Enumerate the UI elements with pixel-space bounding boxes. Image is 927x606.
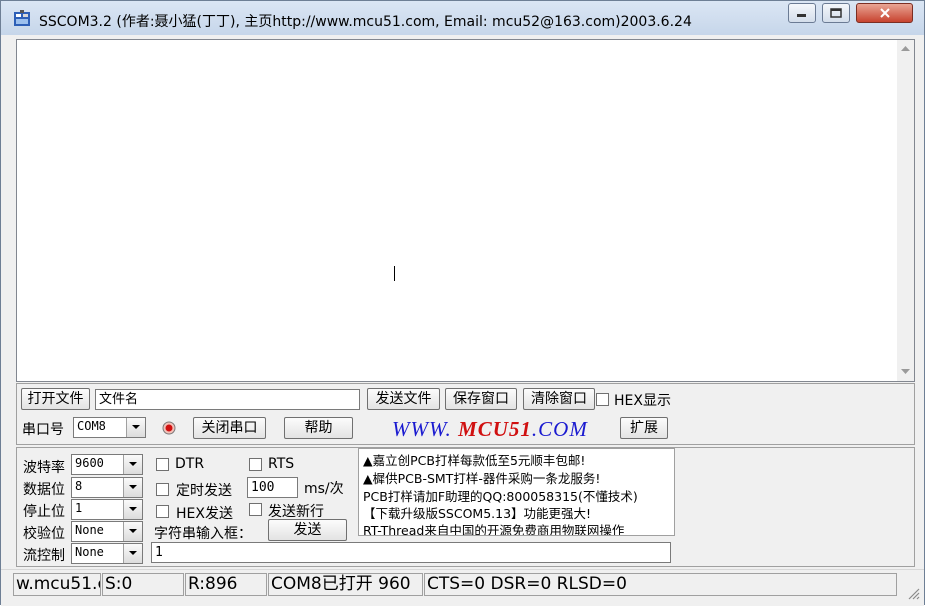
send-newline-label: 发送新行 <box>268 504 324 520</box>
port-select-value: COM8 <box>77 419 106 433</box>
chevron-down-icon <box>129 507 137 511</box>
scroll-up-icon[interactable] <box>901 46 910 52</box>
flow-select-value: None <box>75 545 104 559</box>
close-port-button[interactable]: 关闭串口 <box>193 417 266 439</box>
rts-label: RTS <box>268 456 295 472</box>
send-newline-checkbox[interactable] <box>249 503 262 516</box>
ad-line[interactable]: ▲嘉立创PCB打样每款低至5元顺丰包邮! <box>363 450 585 469</box>
filename-input[interactable]: 文件名 <box>95 389 360 410</box>
app-window: SSCOM3.2 (作者:聂小猛(丁丁), 主页http://www.mcu51… <box>0 0 925 606</box>
stopbits-label: 停止位 <box>23 504 65 520</box>
status-site: w.mcu51.c <box>13 573 101 596</box>
title-bar[interactable]: SSCOM3.2 (作者:聂小猛(丁丁), 主页http://www.mcu51… <box>1 1 924 35</box>
file-port-panel: 打开文件 文件名 发送文件 保存窗口 清除窗口 HEX显示 串口号 COM8 关… <box>16 383 915 445</box>
hex-send-checkbox[interactable] <box>156 505 169 518</box>
dtr-checkbox[interactable] <box>156 458 169 471</box>
maximize-icon <box>830 8 842 18</box>
ad-box: ▲嘉立创PCB打样每款低至5元顺丰包邮! ▲樨供PCB-SMT打样-器件采购一条… <box>358 448 675 536</box>
text-cursor <box>394 266 395 281</box>
parity-label: 校验位 <box>23 526 65 542</box>
input-label: 字符串输入框： <box>154 526 252 542</box>
databits-label: 数据位 <box>23 482 65 498</box>
help-button[interactable]: 帮助 <box>284 417 353 439</box>
chevron-down-icon <box>129 551 137 555</box>
parity-select[interactable]: None <box>71 521 143 542</box>
vertical-scrollbar[interactable] <box>897 40 914 381</box>
hex-display-checkbox[interactable] <box>596 393 609 406</box>
resize-grip-icon[interactable] <box>906 586 920 600</box>
open-file-button[interactable]: 打开文件 <box>21 388 90 410</box>
send-button[interactable]: 发送 <box>268 519 347 541</box>
baud-label: 波特率 <box>23 460 65 476</box>
minimize-icon <box>797 14 806 17</box>
status-received-count: R:896 <box>185 573 267 596</box>
window-title: SSCOM3.2 (作者:聂小猛(丁丁), 主页http://www.mcu51… <box>39 14 692 30</box>
receive-textarea[interactable] <box>16 39 915 382</box>
scroll-down-icon[interactable] <box>901 369 910 375</box>
interval-unit-label: ms/次 <box>304 481 344 497</box>
stopbits-select[interactable]: 1 <box>71 499 143 520</box>
flow-label: 流控制 <box>23 548 65 564</box>
chevron-down-icon <box>129 485 137 489</box>
hex-display-label: HEX显示 <box>614 393 671 409</box>
baud-select-value: 9600 <box>75 456 104 470</box>
dtr-label: DTR <box>175 456 205 472</box>
logo-brand: MCU51 <box>458 417 532 441</box>
save-window-button[interactable]: 保存窗口 <box>445 388 517 410</box>
interval-input[interactable]: 100 <box>247 477 298 498</box>
app-icon <box>14 10 30 26</box>
ad-line[interactable]: ▲樨供PCB-SMT打样-器件采购一条龙服务! <box>363 468 600 487</box>
minimize-button[interactable] <box>788 3 816 23</box>
maximize-button[interactable] <box>822 3 850 23</box>
port-select[interactable]: COM8 <box>73 417 146 438</box>
status-sent-count: S:0 <box>102 573 184 596</box>
timed-send-checkbox[interactable] <box>156 483 169 496</box>
baud-select[interactable]: 9600 <box>71 454 143 475</box>
status-modem-lines: CTS=0 DSR=0 RLSD=0 <box>424 573 897 596</box>
logo-suffix: .COM <box>531 417 588 441</box>
ad-line[interactable]: RT-Thread来自中国的开源免费商用物联网操作 <box>363 520 624 535</box>
send-string-input[interactable]: 1 <box>151 542 671 563</box>
clear-window-button[interactable]: 清除窗口 <box>523 388 595 410</box>
flow-select[interactable]: None <box>71 543 143 564</box>
close-icon <box>879 8 890 18</box>
port-label: 串口号 <box>22 422 64 438</box>
chevron-down-icon <box>132 425 140 429</box>
parity-select-value: None <box>75 523 104 537</box>
status-port-state: COM8已打开 960 <box>268 573 423 596</box>
status-bar: w.mcu51.c S:0 R:896 COM8已打开 960 CTS=0 DS… <box>1 569 924 606</box>
timed-send-label: 定时发送 <box>176 483 232 499</box>
databits-select[interactable]: 8 <box>71 477 143 498</box>
chevron-down-icon <box>129 462 137 466</box>
port-status-indicator-icon <box>162 421 176 435</box>
mcu51-logo-link[interactable]: WWW. MCU51.COM <box>392 417 588 442</box>
expand-button[interactable]: 扩展 <box>620 417 668 439</box>
send-file-button[interactable]: 发送文件 <box>367 388 440 410</box>
databits-select-value: 8 <box>75 479 83 493</box>
stopbits-select-value: 1 <box>75 501 83 515</box>
logo-prefix: WWW. <box>392 417 452 441</box>
rts-checkbox[interactable] <box>249 458 262 471</box>
chevron-down-icon <box>129 529 137 533</box>
close-button[interactable] <box>856 3 913 23</box>
hex-send-label: HEX发送 <box>176 506 233 522</box>
settings-panel: 波特率 9600 数据位 8 停止位 1 校验位 None 流控制 None D… <box>16 447 915 567</box>
